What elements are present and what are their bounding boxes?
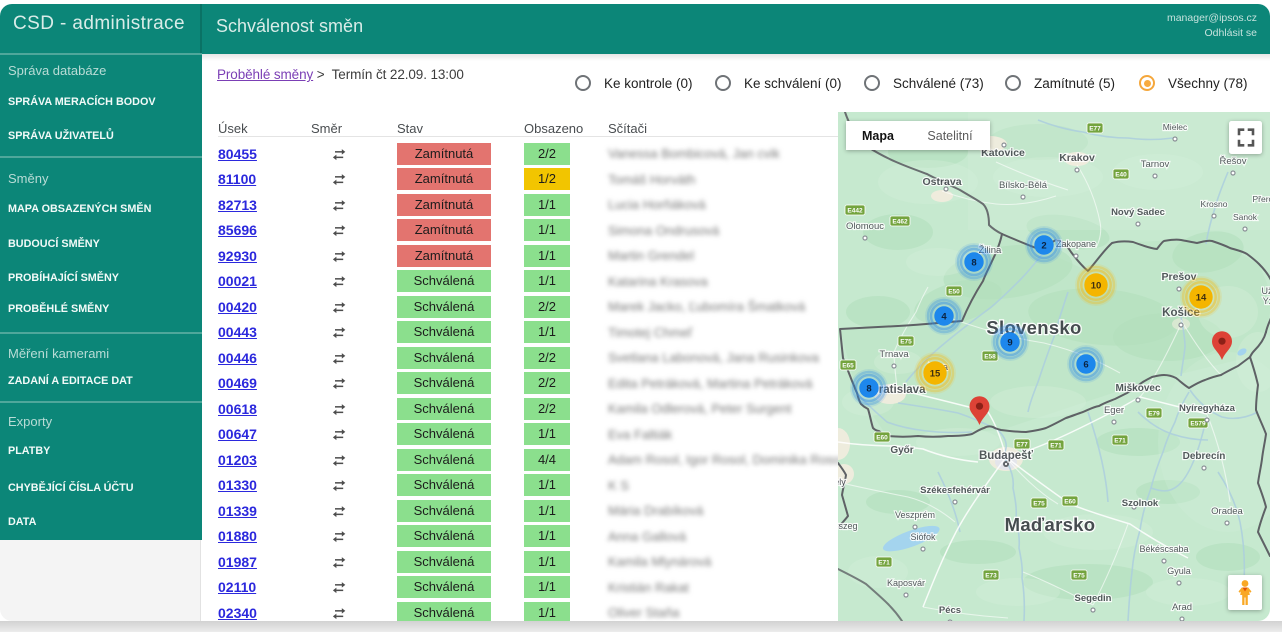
svg-text:Székesfehérvár: Székesfehérvár bbox=[920, 485, 990, 496]
svg-text:E75: E75 bbox=[900, 339, 912, 346]
svg-text:Mielec: Mielec bbox=[1163, 122, 1188, 132]
svg-text:Siófok: Siófok bbox=[910, 532, 936, 542]
svg-text:E579: E579 bbox=[1190, 421, 1206, 428]
svg-text:ely: ely bbox=[838, 477, 846, 487]
svg-text:Olomouc: Olomouc bbox=[846, 221, 884, 232]
svg-text:E71: E71 bbox=[1114, 438, 1126, 445]
svg-text:E65: E65 bbox=[842, 363, 854, 370]
svg-text:Sanok: Sanok bbox=[1233, 212, 1258, 222]
svg-text:E75: E75 bbox=[1073, 573, 1085, 580]
svg-text:15: 15 bbox=[930, 368, 941, 379]
svg-text:erszeg: erszeg bbox=[838, 521, 858, 531]
svg-text:Už: Už bbox=[1262, 286, 1271, 296]
svg-text:Přerov: Přerov bbox=[1252, 194, 1270, 204]
svg-text:Satelitní: Satelitní bbox=[927, 129, 973, 143]
svg-text:E50: E50 bbox=[948, 289, 960, 296]
svg-text:Szolnok: Szolnok bbox=[1122, 498, 1159, 509]
svg-text:Tarnov: Tarnov bbox=[1141, 159, 1170, 170]
svg-text:Békéscsaba: Békéscsaba bbox=[1139, 544, 1188, 554]
svg-text:Mapa: Mapa bbox=[862, 129, 895, 143]
svg-text:E77: E77 bbox=[1089, 126, 1101, 133]
svg-text:8: 8 bbox=[866, 383, 871, 394]
svg-text:E60: E60 bbox=[876, 435, 888, 442]
svg-text:E79: E79 bbox=[1148, 411, 1160, 418]
svg-text:Ostrava: Ostrava bbox=[922, 176, 961, 188]
svg-text:2: 2 bbox=[1041, 240, 1046, 251]
svg-text:E40: E40 bbox=[1115, 172, 1127, 179]
svg-text:4: 4 bbox=[941, 311, 947, 322]
svg-text:9: 9 bbox=[1007, 337, 1012, 348]
svg-text:Segedin: Segedin bbox=[1075, 593, 1112, 604]
svg-text:E58: E58 bbox=[984, 354, 996, 361]
svg-text:Eger: Eger bbox=[1104, 405, 1124, 416]
svg-text:14: 14 bbox=[1196, 292, 1207, 303]
svg-text:Budapešť: Budapešť bbox=[979, 450, 1034, 462]
svg-text:Gyula: Gyula bbox=[1167, 566, 1191, 576]
svg-text:E73: E73 bbox=[985, 573, 997, 580]
svg-text:E71: E71 bbox=[1050, 443, 1062, 450]
svg-text:E77: E77 bbox=[1016, 442, 1028, 449]
svg-text:8: 8 bbox=[971, 257, 976, 268]
svg-text:Arad: Arad bbox=[1172, 602, 1192, 613]
svg-text:Trnava: Trnava bbox=[879, 349, 909, 360]
svg-text:E442: E442 bbox=[847, 208, 863, 215]
svg-text:Maďarsko: Maďarsko bbox=[1005, 514, 1096, 535]
svg-text:Řešov: Řešov bbox=[1220, 156, 1247, 167]
svg-text:Nový Sadec: Nový Sadec bbox=[1111, 207, 1165, 218]
svg-text:Kaposvár: Kaposvár bbox=[887, 578, 925, 588]
svg-text:Győr: Győr bbox=[890, 445, 913, 456]
svg-text:Bílsko-Bělá: Bílsko-Bělá bbox=[999, 180, 1048, 191]
svg-text:Yx: Yx bbox=[1263, 296, 1270, 306]
svg-text:Krakov: Krakov bbox=[1059, 152, 1095, 164]
svg-text:Pécs: Pécs bbox=[939, 605, 961, 616]
svg-text:Debrecín: Debrecín bbox=[1183, 451, 1226, 462]
svg-text:Oradea: Oradea bbox=[1211, 506, 1243, 517]
svg-text:10: 10 bbox=[1091, 280, 1102, 291]
svg-text:Krosno: Krosno bbox=[1201, 199, 1228, 209]
svg-text:Miškovec: Miškovec bbox=[1115, 383, 1160, 394]
svg-text:Veszprém: Veszprém bbox=[895, 510, 935, 520]
svg-text:6: 6 bbox=[1083, 359, 1088, 370]
svg-text:Nyíregyháza: Nyíregyháza bbox=[1179, 403, 1236, 414]
svg-text:E462: E462 bbox=[892, 219, 908, 226]
svg-text:E60: E60 bbox=[1064, 499, 1076, 506]
svg-text:E71: E71 bbox=[878, 560, 890, 567]
svg-text:E75: E75 bbox=[1033, 501, 1045, 508]
